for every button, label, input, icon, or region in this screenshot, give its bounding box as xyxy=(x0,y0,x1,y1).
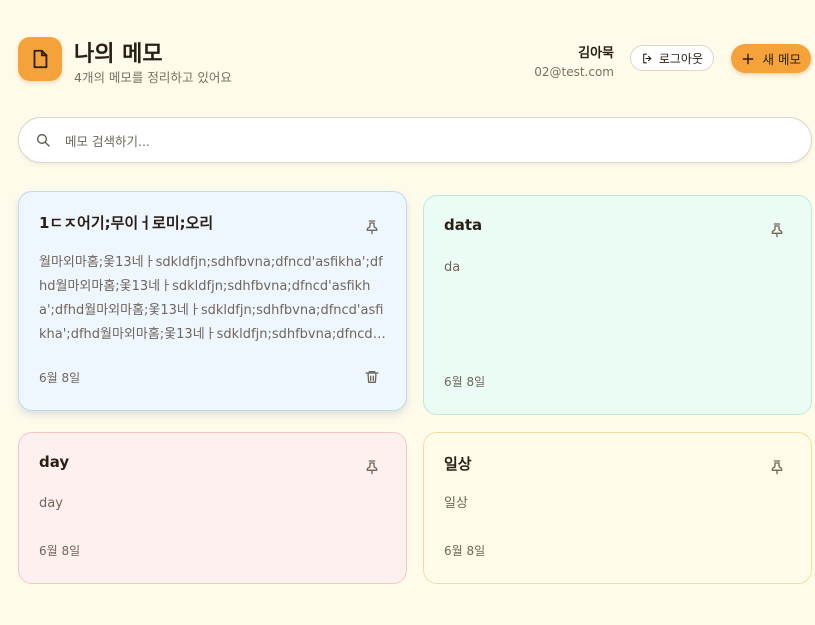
memo-date: 6월 8일 xyxy=(39,544,81,558)
logout-label: 로그아웃 xyxy=(658,51,703,66)
memo-body: da xyxy=(444,260,461,275)
memo-body: day xyxy=(39,496,63,511)
user-email: 02@test.com xyxy=(534,65,614,79)
pin-icon[interactable] xyxy=(364,459,380,475)
search-bar[interactable] xyxy=(18,117,812,163)
memo-title: data xyxy=(444,216,483,234)
search-input[interactable] xyxy=(63,128,787,154)
search-icon xyxy=(37,134,50,147)
memo-date: 6월 8일 xyxy=(39,371,81,385)
memo-card[interactable]: 1ㄷㅈ어기;무이ㅓ로미;오리 월마외마홈;옻13네ㅏsdkldfjn;sdhfb… xyxy=(18,191,407,411)
logout-icon xyxy=(642,53,652,63)
trash-icon[interactable] xyxy=(364,369,380,385)
header: 나의 메모 4개의 메모를 정리하고 있어요 김아묵 02@test.com 로… xyxy=(18,36,811,86)
memo-title: 1ㄷㅈ어기;무이ㅓ로미;오리 xyxy=(39,214,214,232)
logout-button[interactable]: 로그아웃 xyxy=(629,45,714,71)
user-info: 김아묵 02@test.com xyxy=(534,42,614,79)
page-subtitle: 4개의 메모를 정리하고 있어요 xyxy=(74,70,232,85)
pin-icon[interactable] xyxy=(769,459,785,475)
memo-date: 6월 8일 xyxy=(444,375,486,389)
page-title: 나의 메모 xyxy=(74,42,163,67)
pin-icon[interactable] xyxy=(769,222,785,238)
memo-body: 일상 xyxy=(444,496,468,511)
note-icon xyxy=(33,49,48,69)
app-logo xyxy=(18,37,62,81)
memo-date: 6월 8일 xyxy=(444,544,486,558)
new-memo-button[interactable]: 새 메모 xyxy=(730,44,811,73)
memo-card[interactable]: day day 6월 8일 xyxy=(18,432,407,584)
memo-title: 일상 xyxy=(444,455,472,473)
memo-card[interactable]: 일상 일상 6월 8일 xyxy=(423,432,812,584)
new-memo-label: 새 메모 xyxy=(762,52,801,67)
user-name: 김아묵 xyxy=(578,46,614,61)
plus-icon xyxy=(742,53,753,64)
memo-title: day xyxy=(39,453,70,471)
pin-icon[interactable] xyxy=(364,219,380,235)
memo-body: 월마외마홈;옻13네ㅏsdkldfjn;sdhfbvna;dfncd'asfik… xyxy=(39,255,385,342)
memo-card[interactable]: data da 6월 8일 xyxy=(423,195,812,415)
